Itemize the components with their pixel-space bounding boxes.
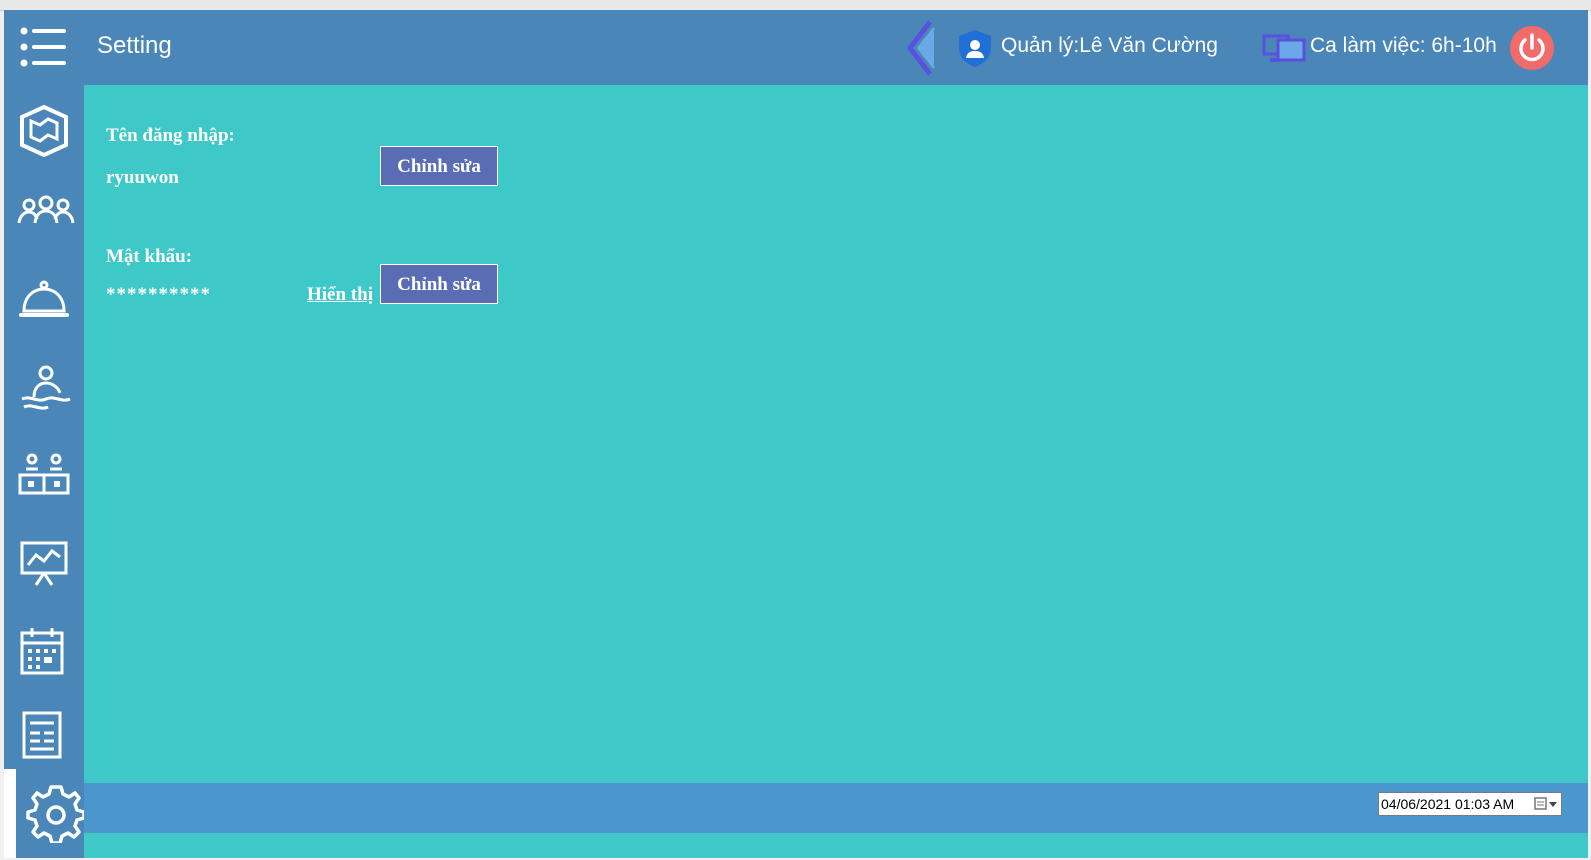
app-window: Setting Quản lý:Lê Văn Cường Ca làm việc… (4, 10, 1588, 858)
sidebar-item-documents[interactable] (10, 699, 78, 769)
datetime-value: 04/06/2021 01:03 AM (1381, 796, 1515, 812)
password-label: Mật khẩu: (106, 246, 193, 267)
presentation-chart-icon (20, 541, 68, 586)
bottom-strip (84, 833, 1588, 858)
shift-label: Ca làm việc: 6h-10h (1310, 34, 1497, 57)
password-value: ********** (106, 284, 211, 305)
sidebar-item-map[interactable] (10, 95, 78, 165)
sidebar-item-rooms[interactable] (10, 441, 78, 511)
chevron-left-icon[interactable] (904, 18, 938, 78)
pool-person-icon (21, 365, 71, 410)
username-label: Tên đăng nhập: (106, 125, 235, 146)
sidebar-item-service[interactable] (10, 267, 78, 337)
footer-bar: 04/06/2021 01:03 AM (84, 783, 1588, 833)
meeting-room-icon (18, 453, 70, 495)
power-icon[interactable] (1510, 26, 1554, 70)
sidebar-item-calendar[interactable] (10, 615, 78, 685)
sidebar-item-reports[interactable] (10, 529, 78, 599)
document-icon (22, 711, 62, 759)
map-icon (20, 105, 68, 157)
sidebar-item-users[interactable] (10, 183, 78, 253)
calendar-dropdown-icon[interactable] (1533, 796, 1559, 812)
calendar-icon (20, 628, 64, 675)
gear-icon (26, 785, 86, 843)
page-title: Setting (97, 32, 172, 59)
active-indicator (4, 769, 16, 858)
sidebar (4, 85, 86, 858)
users-icon (17, 195, 75, 224)
username-value: ryuuwon (106, 167, 179, 188)
edit-password-button[interactable]: Chỉnh sửa (380, 264, 498, 304)
show-password-link[interactable]: Hiển thị (307, 284, 373, 306)
service-bell-icon (19, 280, 69, 317)
header-bar: Setting Quản lý:Lê Văn Cường Ca làm việc… (4, 10, 1588, 85)
sidebar-item-pool[interactable] (10, 353, 78, 423)
shield-user-icon (956, 28, 994, 68)
menu-icon[interactable] (18, 24, 68, 70)
edit-username-button[interactable]: Chỉnh sửa (380, 146, 498, 186)
monitors-icon (1262, 32, 1306, 66)
manager-name: Quản lý:Lê Văn Cường (1001, 34, 1218, 57)
datetime-picker[interactable]: 04/06/2021 01:03 AM (1378, 792, 1562, 816)
